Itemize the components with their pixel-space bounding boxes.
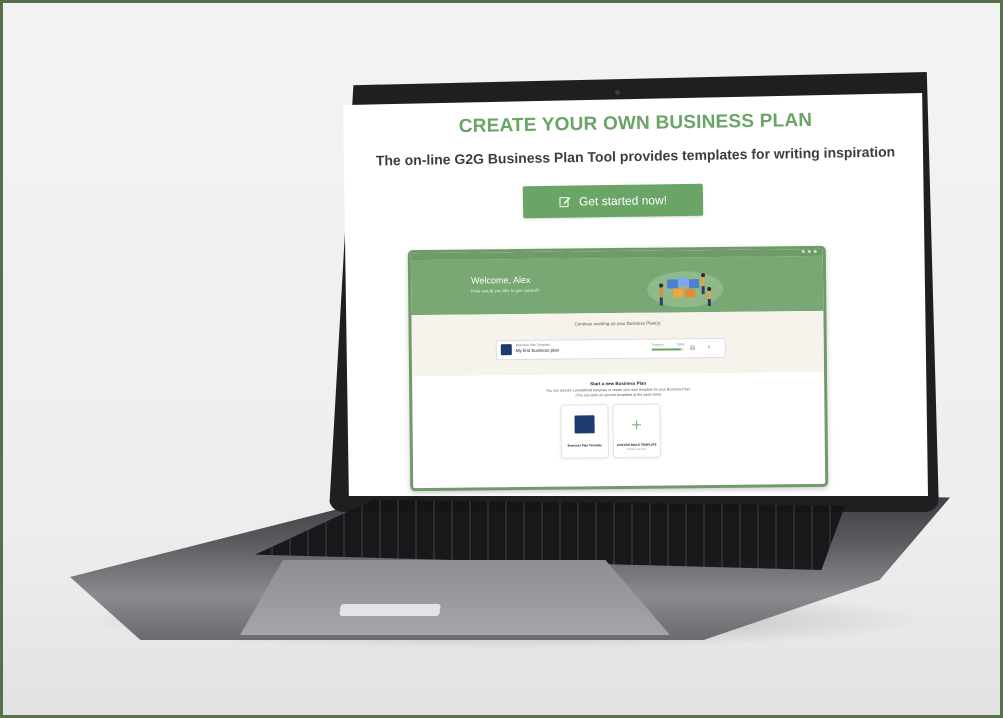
plus-icon: +	[631, 414, 642, 435]
laptop-front-lip	[339, 604, 441, 616]
window-dot-icon[interactable]	[807, 249, 811, 254]
app-preview-window: Welcome, Alex How would you like to get …	[407, 245, 829, 492]
progress-bar-fill	[651, 348, 681, 351]
template-label: Business Plan Template	[567, 443, 602, 448]
get-started-button[interactable]: Get started now!	[522, 183, 704, 219]
get-started-label: Get started now!	[578, 193, 668, 209]
template-label: CUSTOM BUILD TEMPLATE	[616, 442, 657, 448]
welcome-subtitle: How would you like to get started?	[471, 287, 540, 294]
camera-icon	[615, 90, 620, 95]
laptop-trackpad	[240, 560, 670, 635]
plan-logo-icon	[500, 344, 512, 356]
edit-icon	[559, 197, 571, 208]
progress-label: Progress	[651, 342, 664, 347]
new-plan-section: Start a new Business Plan You can choose…	[412, 372, 825, 491]
template-sublabel: Create your own	[627, 447, 647, 451]
window-dot-icon[interactable]	[801, 250, 805, 254]
chevron-right-icon[interactable]: ›	[708, 342, 711, 351]
new-plan-description: You can choose a predefined template or …	[412, 386, 824, 400]
window-dot-icon[interactable]	[813, 249, 817, 253]
plan-kicker: Business Plan Template	[515, 342, 550, 348]
continue-section: Continue working on your Business Plan(s…	[411, 310, 825, 377]
welcome-banner: Welcome, Alex How would you like to get …	[410, 255, 824, 316]
document-icon[interactable]: ▤	[690, 344, 696, 351]
page-title: CREATE YOUR OWN BUSINESS PLAN	[458, 109, 813, 138]
plan-name: My first business plan	[515, 347, 560, 354]
laptop-screen: CREATE YOUR OWN BUSINESS PLAN The on-lin…	[343, 93, 928, 496]
business-plan-card[interactable]: Business Plan Template My first business…	[495, 337, 726, 361]
template-card-custom[interactable]: + CUSTOM BUILD TEMPLATE Create your own	[612, 403, 661, 459]
welcome-title: Welcome, Alex	[471, 274, 531, 286]
continue-label: Continue working on your Business Plan(s…	[574, 320, 661, 327]
window-controls	[801, 249, 817, 254]
template-card-business-plan[interactable]: Business Plan Template	[560, 404, 609, 459]
progress-bar	[651, 348, 684, 351]
progress-value: 100%	[676, 342, 685, 347]
page-subtitle: The on-line G2G Business Plan Tool provi…	[375, 143, 896, 169]
template-logo-icon	[574, 415, 595, 434]
puzzle-team-illustration-icon	[647, 271, 724, 308]
